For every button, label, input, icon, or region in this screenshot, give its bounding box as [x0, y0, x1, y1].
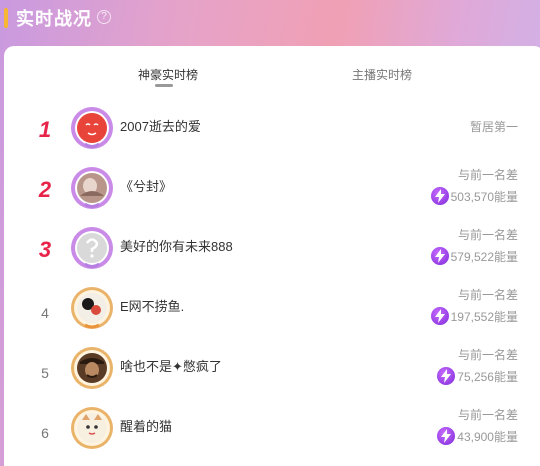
tab-rich-ranking[interactable]: 神豪实时榜 — [138, 66, 198, 83]
energy-bolt-icon — [430, 307, 449, 325]
energy-bolt-icon — [430, 187, 449, 205]
pirate-avatar[interactable] — [70, 346, 114, 390]
user-name[interactable]: 《兮封》 — [120, 176, 172, 195]
tab-bar: 神豪实时榜 主播实时榜 — [4, 46, 540, 87]
rank-status: 暂居第一 — [469, 120, 518, 134]
help-icon[interactable]: ? — [97, 10, 111, 24]
gap-value: 75,256能量 — [457, 369, 518, 384]
gap-label: 与前一名差 — [457, 288, 518, 302]
cat-avatar[interactable] — [70, 406, 114, 450]
ranking-row-3[interactable]: 3 美好的你有未来888 与前一名差 579,522能量 — [4, 220, 540, 280]
gap-value: 197,552能量 — [450, 309, 518, 324]
rank-number: 2 — [38, 177, 52, 202]
ranking-row-6[interactable]: 6 醒着的猫 与前一名差 43,900能量 — [4, 400, 540, 460]
gap-info: 与前一名差 43,900能量 — [437, 406, 518, 445]
ranking-row-4[interactable]: 4 E网不捞鱼. 与前一名差 197,552能量 — [4, 280, 540, 340]
cartoon-avatar[interactable] — [70, 286, 114, 330]
red-face-avatar[interactable] — [70, 106, 114, 150]
rank-number: 6 — [41, 425, 49, 441]
rank-number: 1 — [38, 117, 52, 142]
title-accent-bar — [4, 8, 8, 28]
gap-label: 与前一名差 — [457, 408, 518, 422]
user-name[interactable]: E网不捞鱼. — [120, 296, 184, 315]
gap-info: 与前一名差 197,552能量 — [430, 286, 518, 325]
rank-number: 5 — [41, 365, 49, 381]
user-name[interactable]: 美好的你有未来888 — [120, 236, 233, 255]
user-name[interactable]: 醒着的猫 — [120, 416, 172, 435]
placeholder-avatar[interactable] — [70, 226, 114, 270]
active-tab-indicator — [155, 84, 173, 87]
header: 实时战况 ? — [0, 0, 540, 44]
photo-avatar[interactable] — [70, 166, 114, 210]
user-name[interactable]: 2007逝去的爱 — [120, 116, 201, 135]
energy-bolt-icon — [437, 367, 456, 385]
gap-info: 与前一名差 503,570能量 — [430, 166, 518, 205]
rank-number: 4 — [41, 305, 49, 321]
gap-value: 43,900能量 — [457, 429, 518, 444]
gap-info: 与前一名差 75,256能量 — [437, 346, 518, 385]
gap-value: 503,570能量 — [450, 189, 518, 204]
energy-bolt-icon — [430, 247, 449, 265]
gap-label: 与前一名差 — [457, 348, 518, 362]
gap-label: 与前一名差 — [457, 228, 518, 242]
ranking-row-5[interactable]: 5 啥也不是✦憋疯了 与前一名差 75,256能量 — [4, 340, 540, 400]
user-name[interactable]: 啥也不是✦憋疯了 — [120, 356, 222, 375]
rank-number: 3 — [38, 237, 52, 262]
gap-value: 579,522能量 — [450, 249, 518, 264]
gap-label: 与前一名差 — [457, 168, 518, 182]
page-title: 实时战况 — [16, 9, 92, 29]
ranking-panel: 神豪实时榜 主播实时榜 1 2007逝去的爱 暂居第一 2 《兮封》 与前一名差… — [4, 46, 540, 466]
ranking-row-1[interactable]: 1 2007逝去的爱 暂居第一 — [4, 100, 540, 160]
ranking-row-2[interactable]: 2 《兮封》 与前一名差 503,570能量 — [4, 160, 540, 220]
gap-info: 与前一名差 579,522能量 — [430, 226, 518, 265]
tab-streamer-ranking[interactable]: 主播实时榜 — [352, 66, 412, 83]
energy-bolt-icon — [437, 427, 456, 445]
